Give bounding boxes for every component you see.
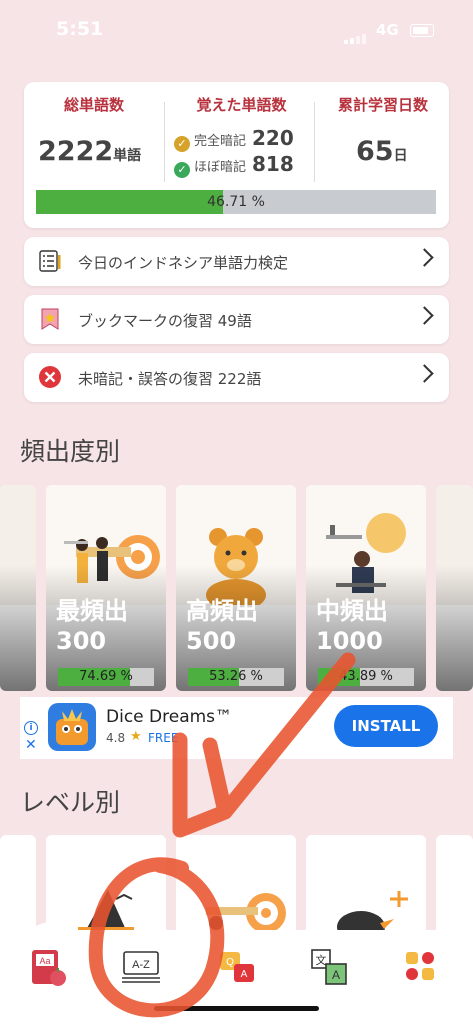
complete-label: 完全暗記 bbox=[194, 134, 247, 149]
card-progress-text: 43.89 % bbox=[339, 669, 393, 684]
frequency-card-most[interactable]: 最頻出 300 74.69 % bbox=[46, 485, 166, 691]
svg-text:Aa: Aa bbox=[39, 956, 50, 966]
translate-icon[interactable]: 文 A bbox=[306, 944, 352, 990]
card-title: 高頻出 bbox=[186, 597, 258, 625]
frequency-card-medium[interactable]: 中頻出 1000 43.89 % bbox=[306, 485, 426, 691]
divider bbox=[314, 102, 315, 182]
status-bar: 5:51 4G bbox=[0, 0, 473, 62]
total-words-unit: 単語 bbox=[113, 148, 142, 164]
chevron-right-icon bbox=[415, 364, 434, 383]
card-title: 中頻出 bbox=[316, 597, 388, 625]
star-icon: ★ bbox=[130, 729, 142, 744]
ad-app-name: Dice Dreams™ bbox=[106, 707, 233, 727]
check-badge-icon: ✓ bbox=[174, 136, 190, 152]
section-title-frequency: 頻出度別 bbox=[20, 437, 121, 466]
status-time: 5:51 bbox=[56, 18, 104, 40]
bookmark-review-row[interactable]: ブックマークの復習 49語 bbox=[24, 295, 449, 344]
card-progress-text: 74.69 % bbox=[79, 669, 133, 684]
ad-price: FREE bbox=[148, 731, 179, 745]
daily-test-row[interactable]: 今日のインドネシア単語力検定 bbox=[24, 237, 449, 286]
menu-label: ブックマークの復習 49語 bbox=[78, 312, 252, 330]
study-days-label: 累計学習日数 bbox=[337, 96, 428, 114]
card-title: 最頻出 bbox=[56, 597, 128, 625]
complete-memorized-row: ✓ 完全暗記 220 bbox=[174, 126, 294, 152]
card-count: 1000 bbox=[316, 627, 383, 655]
bookmark-star-icon bbox=[41, 308, 59, 330]
svg-text:A-Z: A-Z bbox=[132, 959, 150, 971]
check-circle-icon: ✓ bbox=[174, 162, 190, 178]
card-progress-bar: 74.69 % bbox=[58, 668, 154, 686]
svg-text:Q: Q bbox=[226, 957, 234, 968]
svg-text:A: A bbox=[332, 968, 340, 982]
overall-progress-text: 46.71 % bbox=[207, 194, 265, 210]
partial-card-right[interactable] bbox=[436, 485, 473, 691]
menu-label: 未暗記・誤答の復習 222語 bbox=[78, 370, 262, 388]
card-count: 500 bbox=[186, 627, 237, 655]
partial-card-left[interactable] bbox=[0, 485, 36, 691]
card-gradient bbox=[0, 565, 36, 691]
a-to-z-dictionary-icon[interactable]: A-Z bbox=[118, 944, 164, 990]
card-progress-bar: 43.89 % bbox=[318, 668, 414, 686]
ad-info-icon[interactable]: i bbox=[24, 721, 38, 735]
stats-card: 総単語数 覚えた単語数 累計学習日数 2222単語 ✓ 完全暗記 220 ✓ ほぼ暗記… bbox=[24, 82, 449, 228]
overall-progress-bar: 46.71 % bbox=[36, 190, 436, 214]
learned-label: 覚えた単語数 bbox=[196, 96, 287, 114]
red-x-icon bbox=[39, 366, 61, 388]
frequency-card-high[interactable]: 高頻出 500 53.26 % bbox=[176, 485, 296, 691]
svg-text:A: A bbox=[241, 969, 248, 980]
card-gradient bbox=[436, 565, 473, 691]
card-progress-bar: 53.26 % bbox=[188, 668, 284, 686]
signal-icon bbox=[344, 25, 368, 44]
svg-text:文: 文 bbox=[316, 953, 327, 967]
ad-close-icon[interactable]: ✕ bbox=[25, 737, 37, 753]
menu-label: 今日のインドネシア単語力検定 bbox=[78, 254, 289, 272]
study-days-unit: 日 bbox=[393, 148, 408, 164]
chevron-right-icon bbox=[415, 248, 434, 267]
study-days-value: 65日 bbox=[356, 136, 408, 167]
almost-value: 818 bbox=[252, 152, 294, 176]
complete-value: 220 bbox=[252, 126, 294, 150]
almost-label: ほぼ暗記 bbox=[194, 160, 247, 175]
divider bbox=[164, 102, 165, 182]
chevron-right-icon bbox=[415, 306, 434, 325]
ad-rating: 4.8 bbox=[106, 731, 126, 745]
card-count: 300 bbox=[56, 627, 107, 655]
almost-memorized-row: ✓ ほぼ暗記 818 bbox=[174, 152, 294, 178]
grid-menu-icon[interactable] bbox=[398, 944, 444, 990]
checklist-icon bbox=[39, 250, 61, 272]
card-progress-text: 53.26 % bbox=[209, 669, 263, 684]
section-title-level: レベル別 bbox=[20, 788, 121, 817]
home-indicator bbox=[154, 1006, 319, 1011]
quiz-bubble-icon[interactable]: Q A bbox=[214, 944, 260, 990]
total-words-label: 総単語数 bbox=[63, 96, 124, 114]
total-words-value: 2222単語 bbox=[38, 136, 142, 167]
flashcard-book-icon[interactable]: Aa bbox=[28, 944, 74, 990]
battery-icon bbox=[410, 24, 434, 37]
app-logo-icon bbox=[48, 703, 96, 751]
network-label: 4G bbox=[376, 21, 399, 39]
install-button[interactable]: INSTALL bbox=[334, 705, 438, 747]
unmemorized-review-row[interactable]: 未暗記・誤答の復習 222語 bbox=[24, 353, 449, 402]
ad-banner[interactable]: i ✕ Dice Dreams™ 4.8 ★ FREE INSTALL bbox=[20, 697, 453, 759]
